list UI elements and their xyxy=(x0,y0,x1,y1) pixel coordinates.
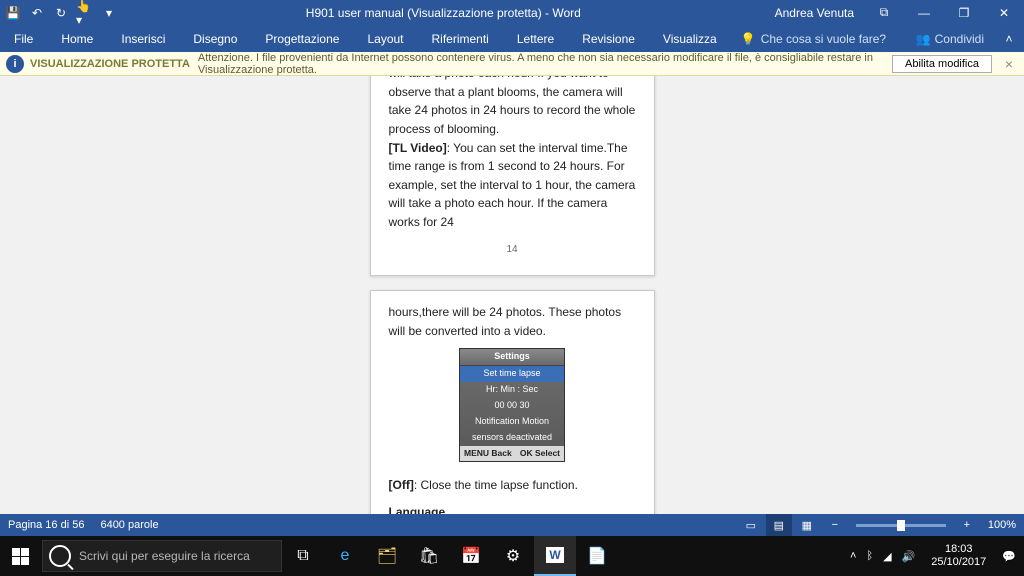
settings-title: Settings xyxy=(460,349,564,366)
taskbar-search-placeholder: Scrivi qui per eseguire la ricerca xyxy=(79,549,250,563)
taskbar-search[interactable]: Scrivi qui per eseguire la ricerca xyxy=(42,540,282,572)
tab-layout[interactable]: Layout xyxy=(353,25,417,52)
windows-logo-icon xyxy=(12,548,29,565)
tab-references[interactable]: Riferimenti xyxy=(418,25,503,52)
windows-taskbar: Scrivi qui per eseguire la ricerca ⧉ e 🗂… xyxy=(0,536,1024,576)
tab-home[interactable]: Home xyxy=(47,25,107,52)
file-explorer-icon[interactable]: 🗂 xyxy=(366,536,408,576)
minimize-button[interactable]: — xyxy=(904,0,944,25)
language-heading: Language xyxy=(389,503,636,514)
tell-me-label: Che cosa si vuole fare? xyxy=(761,32,886,46)
touch-mode-icon[interactable]: 👆▾ xyxy=(76,4,94,22)
zoom-in-button[interactable]: + xyxy=(954,514,980,536)
menu-back-label: MENU Back xyxy=(464,447,512,460)
settings-footer: MENU Back OK Select xyxy=(460,446,564,461)
shield-icon: i xyxy=(6,55,24,73)
settings-header-row: Hr: Min : Sec xyxy=(460,382,564,398)
ribbon-tabs: File Home Inserisci Disegno Progettazion… xyxy=(0,25,1024,52)
taskbar-clock[interactable]: 18:03 25/10/2017 xyxy=(925,543,992,569)
document-area[interactable]: example,set the interval time to 1 hour,… xyxy=(0,76,1024,514)
share-button[interactable]: 👥 Condividi xyxy=(906,32,994,46)
clock-date: 25/10/2017 xyxy=(931,556,986,569)
maximize-button[interactable]: ❐ xyxy=(944,0,984,25)
off-text: : Close the time lapse function. xyxy=(414,478,578,492)
page-number: 14 xyxy=(389,232,636,258)
clock-time: 18:03 xyxy=(931,543,986,556)
share-label: Condividi xyxy=(935,32,984,46)
word-icon[interactable]: W xyxy=(534,536,576,576)
quick-access-toolbar: 💾 ↶ ↻ 👆▾ ▾ xyxy=(0,4,122,22)
tell-me-search[interactable]: 💡 Che cosa si vuole fare? xyxy=(731,32,896,46)
tab-view[interactable]: Visualizza xyxy=(649,25,731,52)
calendar-icon[interactable]: 📅 xyxy=(450,536,492,576)
settings-icon[interactable]: ⚙ xyxy=(492,536,534,576)
store-icon[interactable]: 🛍 xyxy=(408,536,450,576)
paragraph: hours,there will be 24 photos. These pho… xyxy=(389,303,636,340)
protected-view-bar: i VISUALIZZAZIONE PROTETTA Attenzione. I… xyxy=(0,52,1024,76)
redo-icon[interactable]: ↻ xyxy=(52,4,70,22)
tab-review[interactable]: Revisione xyxy=(568,25,649,52)
ribbon-display-options-icon[interactable]: ⧉ xyxy=(864,0,904,25)
word-count[interactable]: 6400 parole xyxy=(100,519,158,531)
page-14: example,set the interval time to 1 hour,… xyxy=(370,76,655,276)
start-button[interactable] xyxy=(0,536,40,576)
settings-notif-row: Notification Motion xyxy=(460,414,564,430)
share-icon: 👥 xyxy=(916,32,931,46)
zoom-slider[interactable] xyxy=(856,524,946,527)
ok-select-label: OK Select xyxy=(520,447,560,460)
read-mode-icon[interactable]: ▭ xyxy=(738,514,764,536)
protected-message: Attenzione. I file provenienti da Intern… xyxy=(198,52,892,76)
settings-screenshot: Settings Set time lapse Hr: Min : Sec 00… xyxy=(459,348,565,462)
paragraph: [TL Video]: You can set the interval tim… xyxy=(389,139,636,232)
page-indicator[interactable]: Pagina 16 di 56 xyxy=(8,519,84,531)
word-doc-icon[interactable]: 📄 xyxy=(576,536,618,576)
enable-editing-button[interactable]: Abilita modifica xyxy=(892,55,992,73)
bluetooth-icon[interactable]: ᛒ xyxy=(866,550,873,562)
page-15: hours,there will be 24 photos. These pho… xyxy=(370,290,655,514)
protected-close-icon[interactable]: × xyxy=(1000,56,1018,72)
action-center-icon[interactable]: 💬 xyxy=(1002,550,1016,563)
cortana-icon xyxy=(49,545,71,567)
web-layout-icon[interactable]: ▦ xyxy=(794,514,820,536)
zoom-out-button[interactable]: − xyxy=(822,514,848,536)
tab-insert[interactable]: Inserisci xyxy=(107,25,179,52)
window-title: H901 user manual (Visualizzazione protet… xyxy=(122,6,765,20)
tab-mailings[interactable]: Lettere xyxy=(503,25,568,52)
print-layout-icon[interactable]: ▤ xyxy=(766,514,792,536)
task-view-icon[interactable]: ⧉ xyxy=(282,536,324,576)
tab-design[interactable]: Progettazione xyxy=(251,25,353,52)
wifi-icon[interactable]: ◢ xyxy=(883,550,891,563)
settings-notif-row2: sensors deactivated xyxy=(460,430,564,446)
qat-dropdown-icon[interactable]: ▾ xyxy=(100,4,118,22)
tab-file[interactable]: File xyxy=(0,25,47,52)
edge-icon[interactable]: e xyxy=(324,536,366,576)
user-name[interactable]: Andrea Venuta xyxy=(765,6,864,20)
off-label: [Off] xyxy=(389,478,414,492)
undo-icon[interactable]: ↶ xyxy=(28,4,46,22)
settings-value-row: 00 00 30 xyxy=(460,398,564,414)
tl-video-label: [TL Video] xyxy=(389,141,447,155)
protected-title: VISUALIZZAZIONE PROTETTA xyxy=(30,58,190,70)
close-button[interactable]: ✕ xyxy=(984,0,1024,25)
system-tray: ˄ ᛒ ◢ 🔊 18:03 25/10/2017 💬 xyxy=(842,543,1024,569)
paragraph: will take a photo each hour. If you want… xyxy=(389,76,636,139)
lightbulb-icon: 💡 xyxy=(741,32,756,46)
status-bar: Pagina 16 di 56 6400 parole ▭ ▤ ▦ − + 10… xyxy=(0,514,1024,536)
zoom-level[interactable]: 100% xyxy=(982,519,1016,531)
paragraph: [Off]: Close the time lapse function. xyxy=(389,476,636,495)
collapse-ribbon-icon[interactable]: ˄ xyxy=(994,32,1024,46)
tab-draw[interactable]: Disegno xyxy=(179,25,251,52)
settings-selected-row: Set time lapse xyxy=(460,366,564,382)
title-bar: 💾 ↶ ↻ 👆▾ ▾ H901 user manual (Visualizzaz… xyxy=(0,0,1024,25)
volume-icon[interactable]: 🔊 xyxy=(902,550,916,563)
tray-chevron-icon[interactable]: ˄ xyxy=(850,550,856,562)
save-icon[interactable]: 💾 xyxy=(4,4,22,22)
